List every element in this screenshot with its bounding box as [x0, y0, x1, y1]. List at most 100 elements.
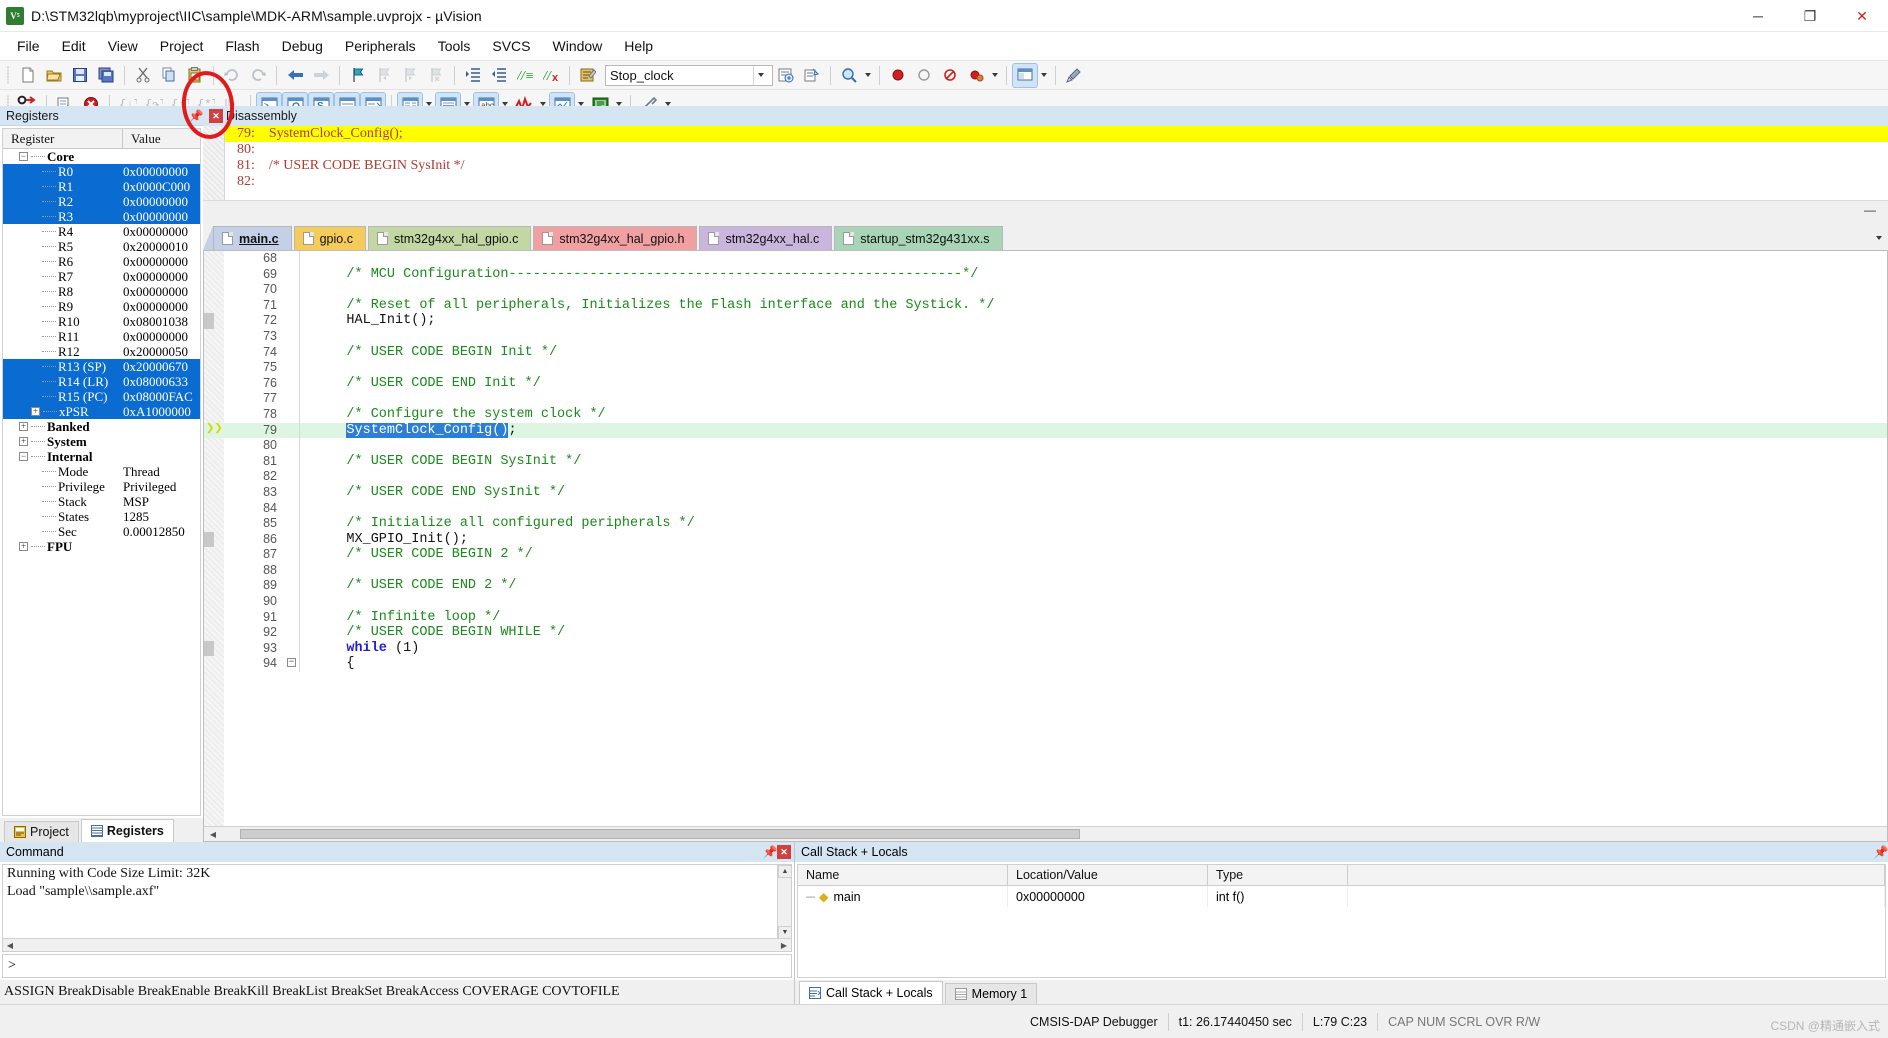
register-row[interactable]: States 1285 — [3, 509, 200, 524]
breakpoint-disable-icon[interactable] — [912, 64, 936, 87]
indent-icon[interactable] — [461, 64, 485, 87]
disassembly-body[interactable]: 79: SystemClock_Config(); 80: 81: /* USER … — [203, 126, 1888, 200]
save-all-icon[interactable] — [94, 64, 118, 87]
code-line[interactable]: 74 /* USER CODE BEGIN Init */ — [204, 344, 1887, 361]
code-line[interactable]: 94− { — [204, 656, 1887, 673]
fold-gutter[interactable]: − — [286, 656, 300, 673]
fold-gutter[interactable] — [286, 469, 300, 485]
fold-gutter[interactable] — [286, 251, 300, 267]
fold-gutter[interactable] — [286, 562, 300, 579]
target-options-icon[interactable] — [774, 64, 798, 87]
tab-project[interactable]: Project — [4, 821, 79, 842]
code-line[interactable]: 77 — [204, 391, 1887, 407]
window-layout-icon[interactable] — [1012, 62, 1038, 88]
disassembly-splitter[interactable]: — — [203, 200, 1888, 217]
tab-memory-1[interactable]: Memory 1 — [944, 983, 1038, 1004]
register-group-system[interactable]: + System — [3, 434, 200, 449]
register-row[interactable]: R10 0x08001038 — [3, 314, 200, 329]
breakpoint-disable-all-icon[interactable] — [964, 64, 988, 87]
code-line[interactable]: 84 — [204, 500, 1887, 517]
editor-horizontal-scrollbar[interactable]: ◀ — [204, 826, 1887, 841]
fold-gutter[interactable] — [286, 578, 300, 595]
close-icon[interactable]: ✕ — [777, 845, 791, 859]
redo-icon[interactable] — [246, 64, 270, 87]
fold-gutter[interactable] — [286, 453, 300, 470]
fold-gutter[interactable] — [286, 516, 300, 532]
disassembly-line[interactable]: 79: SystemClock_Config(); — [203, 126, 1888, 142]
chevron-down-icon[interactable] — [753, 65, 768, 85]
fold-gutter[interactable] — [286, 344, 300, 361]
pin-icon[interactable]: 📌 — [763, 844, 778, 860]
menu-tools[interactable]: Tools — [427, 35, 482, 57]
bookmark-next-icon[interactable] — [398, 64, 422, 87]
menu-view[interactable]: View — [97, 35, 149, 57]
fold-gutter[interactable] — [286, 531, 300, 548]
command-vertical-scrollbar[interactable]: ▲ ▼ — [777, 865, 791, 939]
code-line[interactable]: 76 /* USER CODE END Init */ — [204, 375, 1887, 392]
outdent-icon[interactable] — [487, 64, 511, 87]
register-row[interactable]: R6 0x00000000 — [3, 254, 200, 269]
register-group-internal[interactable]: − Internal — [3, 449, 200, 464]
register-row[interactable]: + xPSR 0xA1000000 — [3, 404, 200, 419]
code-line[interactable]: 82 — [204, 469, 1887, 485]
code-line[interactable]: 78 /* Configure the system clock */ — [204, 406, 1887, 423]
register-group-fpu[interactable]: + FPU — [3, 539, 200, 554]
file-tab-stm32g4xx-hal-c[interactable]: stm32g4xx_hal.c — [699, 226, 833, 250]
menu-window[interactable]: Window — [542, 35, 614, 57]
register-row[interactable]: R15 (PC) 0x08000FAC — [3, 389, 200, 404]
tab-call-stack-locals[interactable]: Call Stack + Locals — [799, 981, 943, 1004]
close-button[interactable]: ✕ — [1836, 0, 1888, 32]
minimize-button[interactable]: ─ — [1732, 0, 1784, 32]
code-line[interactable]: 68 — [204, 251, 1887, 267]
command-output[interactable]: Running with Code Size Limit: 32K Load "s… — [2, 864, 792, 952]
code-line[interactable]: 70 — [204, 282, 1887, 298]
code-editor-surface[interactable]: 68 69 /* MCU Configuration---------------… — [204, 251, 1887, 826]
register-row[interactable]: R7 0x00000000 — [3, 269, 200, 284]
code-line[interactable]: 85 /* Initialize all configured peripher… — [204, 516, 1887, 532]
copy-icon[interactable] — [157, 64, 181, 87]
scroll-up-icon[interactable]: ▲ — [778, 865, 791, 878]
expander-icon[interactable]: + — [19, 542, 28, 551]
menu-debug[interactable]: Debug — [271, 35, 334, 57]
target-select[interactable]: Stop_clock — [605, 64, 773, 86]
navigate-forward-icon[interactable] — [309, 64, 333, 87]
fold-gutter[interactable] — [286, 282, 300, 298]
fold-gutter[interactable] — [286, 594, 300, 610]
bookmark-toggle-icon[interactable] — [346, 64, 370, 87]
menu-project[interactable]: Project — [149, 35, 215, 57]
register-row[interactable]: R14 (LR) 0x08000633 — [3, 374, 200, 389]
register-row[interactable]: R13 (SP) 0x20000670 — [3, 359, 200, 374]
undo-icon[interactable] — [220, 64, 244, 87]
code-line[interactable]: 81 /* USER CODE BEGIN SysInit */ — [204, 453, 1887, 470]
register-group-core[interactable]: − Core — [3, 149, 200, 164]
fold-gutter[interactable] — [286, 547, 300, 563]
breakpoint-dropdown-icon[interactable] — [989, 64, 1001, 87]
uncomment-icon[interactable]: //x — [539, 64, 563, 87]
file-tab-stm32g4xx-hal-gpio-h[interactable]: stm32g4xx_hal_gpio.h — [533, 226, 698, 250]
code-line[interactable]: 86 MX_GPIO_Init(); — [204, 531, 1887, 548]
fold-gutter[interactable] — [286, 625, 300, 641]
register-row[interactable]: R3 0x00000000 — [3, 209, 200, 224]
menu-flash[interactable]: Flash — [214, 35, 270, 57]
register-group-banked[interactable]: + Banked — [3, 419, 200, 434]
register-row[interactable]: Sec 0.00012850 — [3, 524, 200, 539]
minimize-icon[interactable]: — — [1864, 203, 1876, 217]
fold-icon[interactable]: − — [287, 658, 296, 668]
disassembly-line[interactable]: 80: — [203, 142, 1888, 158]
breakpoint-insert-icon[interactable] — [886, 64, 910, 87]
expander-icon[interactable]: − — [19, 152, 28, 161]
code-line[interactable]: 80 — [204, 438, 1887, 454]
code-line[interactable]: 73 — [204, 328, 1887, 345]
paste-icon[interactable] — [183, 64, 207, 87]
code-line[interactable]: 88 — [204, 562, 1887, 579]
code-line[interactable]: 91 /* Infinite loop */ — [204, 609, 1887, 626]
disassembly-line[interactable]: 82: — [203, 174, 1888, 190]
code-line[interactable]: 72 HAL_Init(); — [204, 313, 1887, 329]
code-editor[interactable]: 68 69 /* MCU Configuration---------------… — [203, 250, 1888, 842]
register-row[interactable]: R2 0x00000000 — [3, 194, 200, 209]
menu-edit[interactable]: Edit — [51, 35, 97, 57]
fold-gutter[interactable] — [286, 297, 300, 314]
menu-peripherals[interactable]: Peripherals — [334, 35, 427, 57]
file-tab-stm32g4xx-hal-gpio-c[interactable]: stm32g4xx_hal_gpio.c — [367, 226, 532, 250]
file-tab-startup-stm32g431xx-s[interactable]: startup_stm32g431xx.s — [834, 226, 1003, 250]
